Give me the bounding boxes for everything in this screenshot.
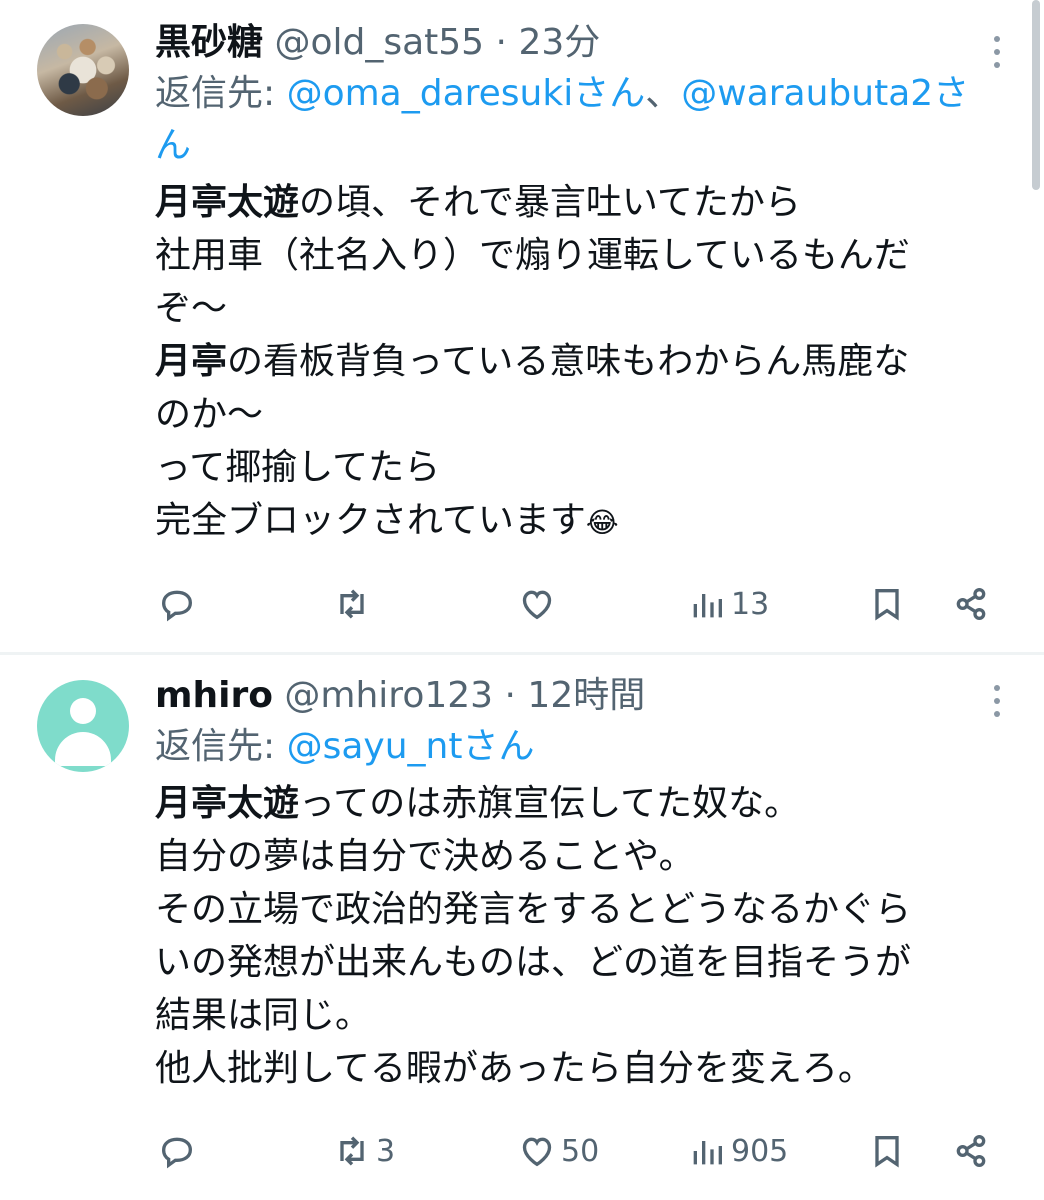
tweet-card[interactable]: 黒砂糖 @old_sat55 · 23分 返信先: @oma_daresukiさ…: [0, 0, 1044, 652]
user-handle[interactable]: @mhiro123: [284, 675, 493, 716]
more-icon[interactable]: [994, 36, 1002, 68]
default-avatar-head: [70, 698, 96, 724]
views-button[interactable]: 905: [687, 1121, 788, 1181]
retweet-icon: [340, 1136, 364, 1166]
tweet-text-line: ぞ〜: [155, 288, 228, 329]
like-count: 50: [561, 1133, 600, 1169]
more-icon[interactable]: [994, 685, 1002, 717]
display-name[interactable]: 黒砂糖: [155, 22, 263, 63]
retweet-button[interactable]: [332, 574, 376, 634]
reply-to-line: 返信先: @sayu_ntさん: [155, 721, 984, 773]
share-icon: [956, 1135, 986, 1167]
reply-icon: [161, 590, 193, 622]
reply-button[interactable]: [157, 574, 201, 634]
tweet-text-line: 結果は同じ。: [155, 995, 372, 1036]
tweet-text: 月亭太遊の頃、それで暴言吐いてたから 社用車（社名入り）で煽り運転しているもんだ…: [155, 176, 984, 549]
display-name[interactable]: mhiro: [155, 675, 273, 716]
tweet-text-line: 月亭太遊ってのは赤旗宣伝してた奴な。: [155, 783, 801, 824]
reply-joiner: 、: [645, 73, 682, 114]
reply-prefix: 返信先:: [155, 73, 287, 114]
like-button[interactable]: 50: [517, 1121, 599, 1181]
share-icon: [956, 588, 986, 620]
views-count: 13: [731, 586, 770, 622]
tweet-text-line: その立場で政治的発言をするとどうなるかぐら: [155, 889, 912, 930]
header-separator: ·: [504, 675, 516, 716]
bookmark-icon: [875, 1136, 899, 1168]
tweet-content: 黒砂糖 @old_sat55 · 23分 返信先: @oma_daresukiさ…: [155, 18, 984, 549]
header-separator: ·: [495, 22, 507, 63]
laughing-emoji: 😂: [585, 506, 619, 539]
heart-icon: [522, 590, 552, 620]
reply-icon: [161, 1137, 193, 1169]
user-handle[interactable]: @old_sat55: [274, 22, 484, 63]
tweet-text-line: 月亭の看板背負っている意味もわからん馬鹿な: [155, 341, 910, 382]
avatar[interactable]: [37, 680, 129, 772]
tweet-text-line: って揶揄してたら: [155, 447, 441, 488]
tweet-text-line: 自分の夢は自分で決めることや。: [155, 836, 695, 877]
tweet-text-line: のか〜: [155, 394, 264, 435]
views-icon: [693, 594, 722, 618]
timestamp[interactable]: 23分: [518, 22, 600, 63]
retweet-button[interactable]: 3: [332, 1121, 395, 1181]
share-button[interactable]: [951, 1121, 991, 1181]
reply-mention[interactable]: @oma_daresukiさん: [287, 73, 646, 114]
avatar[interactable]: [37, 24, 129, 116]
views-button[interactable]: 13: [687, 574, 769, 634]
like-button[interactable]: [517, 574, 561, 634]
views-count: 905: [731, 1133, 789, 1169]
reply-mention[interactable]: @waraubuta2さ: [681, 73, 969, 114]
heart-icon: [522, 1137, 552, 1167]
reply-button[interactable]: [157, 1121, 201, 1181]
share-button[interactable]: [951, 574, 991, 634]
tweet-content: mhiro @mhiro123 · 12時間 返信先: @sayu_ntさん 月…: [155, 671, 984, 1095]
tweet-text-line: 他人批判してる暇があったら自分を変えろ。: [155, 1048, 874, 1089]
retweet-icon: [340, 589, 364, 619]
tweet-text-line: 月亭太遊の頃、それで暴言吐いてたから: [155, 182, 801, 223]
default-avatar-shoulders: [55, 732, 111, 766]
tweet-actions: 13: [155, 574, 994, 634]
bookmark-button[interactable]: [867, 574, 907, 634]
tweet-text: 月亭太遊ってのは赤旗宣伝してた奴な。 自分の夢は自分で決めることや。 その立場で…: [155, 777, 984, 1095]
timestamp[interactable]: 12時間: [527, 675, 645, 716]
reply-mention-continued[interactable]: ん: [155, 125, 191, 166]
retweet-count: 3: [376, 1133, 396, 1169]
views-icon: [693, 1141, 722, 1165]
tweet-header: mhiro @mhiro123 · 12時間: [155, 671, 984, 721]
reply-to-line: 返信先: @oma_daresukiさん、@waraubuta2さ ん: [155, 68, 984, 172]
tweet-header: 黒砂糖 @old_sat55 · 23分: [155, 18, 984, 68]
reply-mention[interactable]: @sayu_ntさん: [287, 726, 535, 767]
reply-prefix: 返信先:: [155, 726, 287, 767]
tweet-text-line: 社用車（社名入り）で煽り運転しているもんだ: [155, 235, 910, 276]
tweet-text-line: いの発想が出来んものは、どの道を目指そうが: [155, 942, 912, 983]
tweet-actions: 3 50 905: [155, 1121, 994, 1181]
bookmark-icon: [875, 589, 899, 621]
tweet-text-line: 完全ブロックされています😂: [155, 500, 619, 541]
tweet-card[interactable]: mhiro @mhiro123 · 12時間 返信先: @sayu_ntさん 月…: [0, 655, 1044, 1200]
bookmark-button[interactable]: [867, 1121, 907, 1181]
